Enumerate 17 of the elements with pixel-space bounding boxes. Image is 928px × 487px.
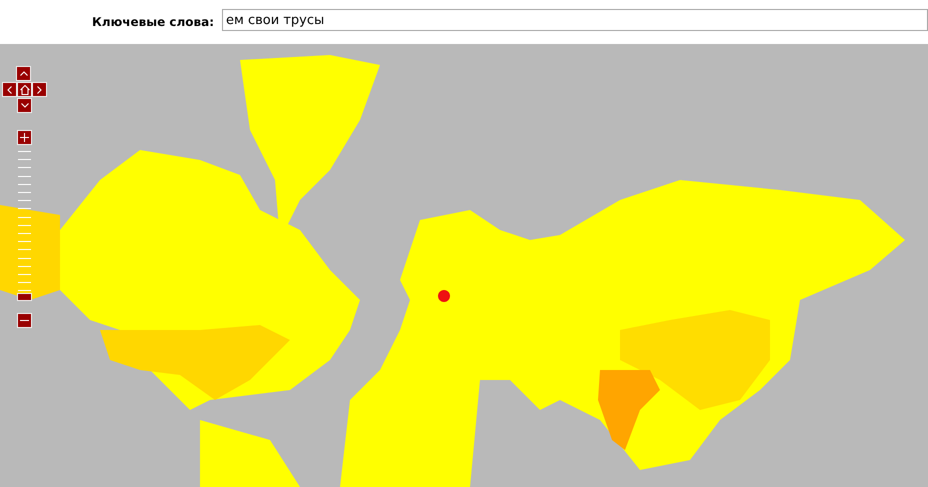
up-chevron-icon — [20, 71, 28, 76]
minus-icon — [20, 320, 29, 321]
zoom-in-button[interactable] — [17, 130, 32, 145]
keywords-input-field[interactable]: ем свои трусы — [222, 9, 928, 31]
pan-down-button[interactable] — [17, 98, 32, 113]
zoom-out-button[interactable] — [17, 313, 32, 328]
keywords-label: Ключевые слова: — [92, 15, 214, 29]
home-icon — [20, 84, 30, 94]
pan-left-button[interactable] — [2, 82, 17, 97]
pan-up-button[interactable] — [16, 66, 31, 81]
down-chevron-icon — [20, 103, 28, 108]
pan-right-button[interactable] — [32, 82, 47, 97]
home-button[interactable] — [17, 82, 32, 97]
left-chevron-icon — [7, 86, 12, 94]
plus-icon — [20, 133, 29, 142]
right-chevron-icon — [37, 86, 42, 94]
zoom-slider-thumb[interactable] — [17, 293, 32, 301]
